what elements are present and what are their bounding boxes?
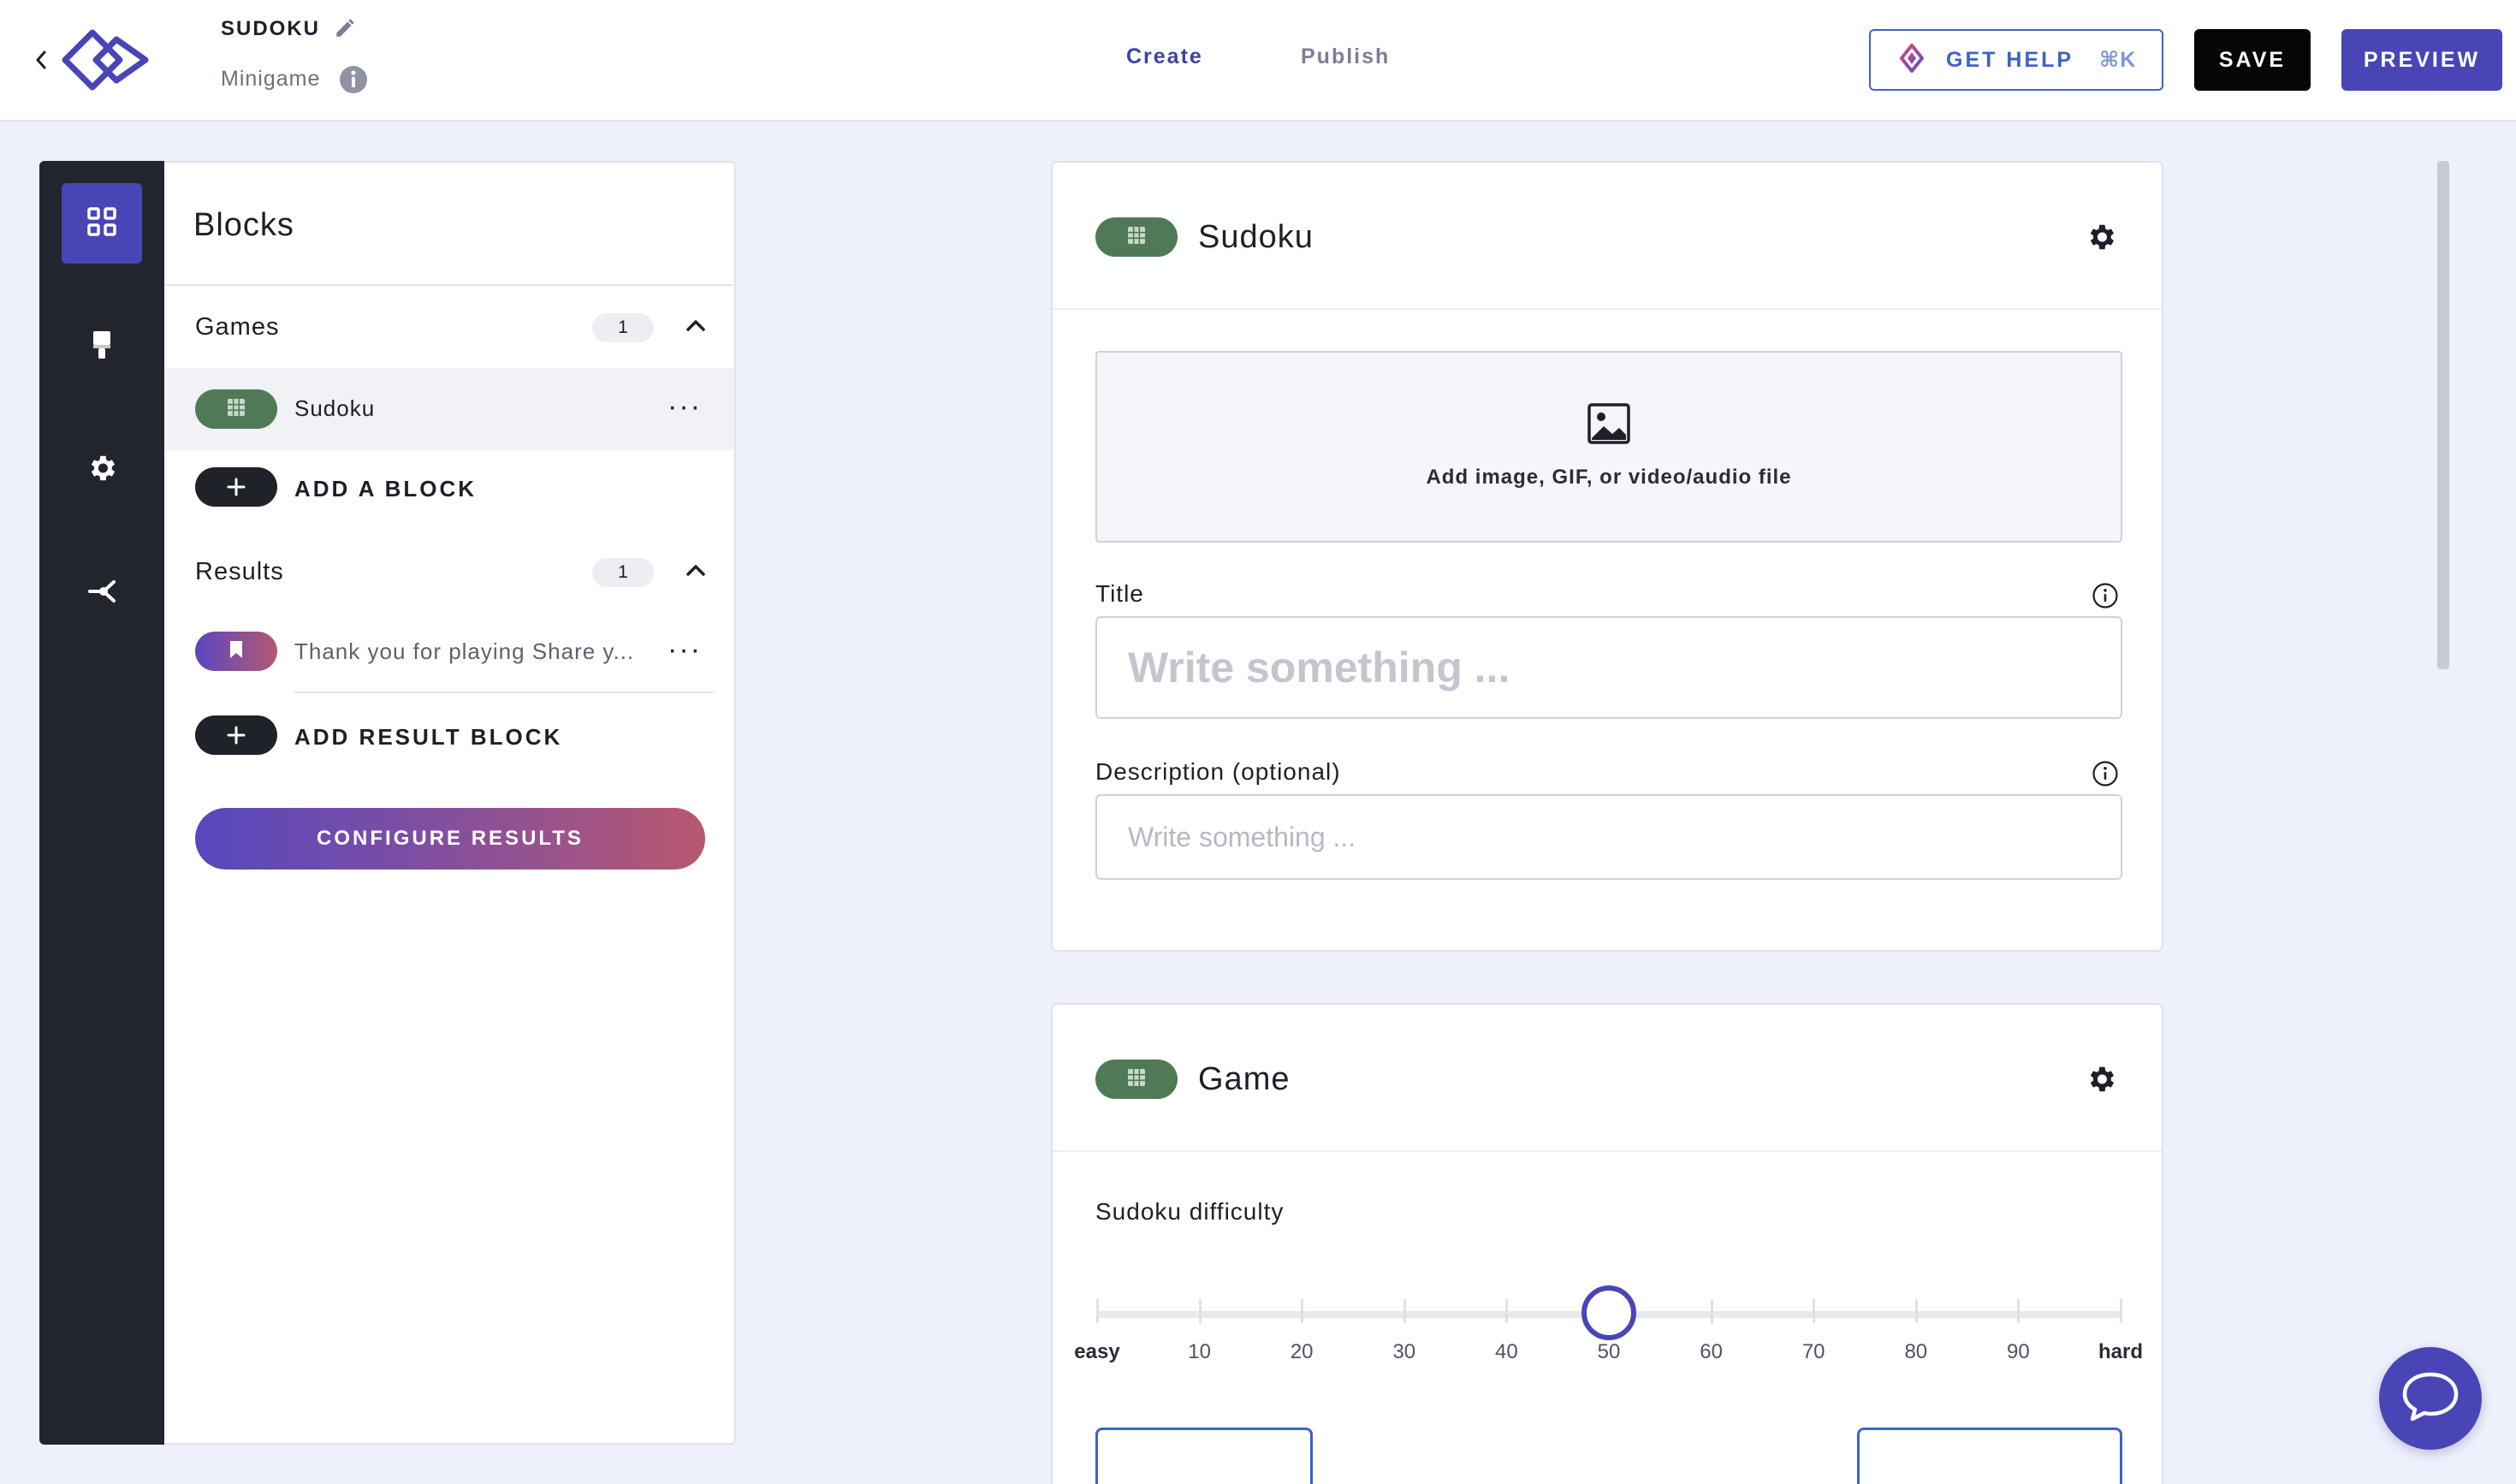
results-count-badge: 1 [592,558,654,587]
result-divider [294,692,715,693]
slider-tick [1710,1299,1713,1323]
slider-tick-label: 40 [1495,1340,1518,1363]
main-scrollbar[interactable] [2437,161,2449,669]
slider-tick-label: 90 [2007,1340,2030,1363]
sudoku-card: Sudoku Add image, GIF, or video/audio fi… [1051,161,2163,952]
sudoku-card-badge [1095,217,1178,257]
game-title: SUDOKU [221,17,321,40]
panel-divider [164,284,734,286]
slider-tick-label: easy [1074,1340,1120,1363]
slider-tick [2017,1299,2021,1323]
rail-settings[interactable] [62,430,142,510]
help-shortcut: ⌘K [2099,48,2137,72]
result-item-label: Thank you for playing Share y... [294,638,635,664]
title-info-icon[interactable] [2092,582,2119,614]
sudoku-grid-icon [1126,225,1147,250]
block-item-sudoku[interactable]: Sudoku ··· [164,368,734,450]
card-title: Game [1198,1061,1291,1097]
sudoku-block-badge [195,389,277,429]
result-block-badge [195,632,277,671]
slider-tick-label: 30 [1392,1340,1416,1363]
tab-create[interactable]: Create [1126,45,1203,69]
panel-title: Blocks [193,207,294,243]
title-input[interactable] [1097,618,2121,717]
info-icon[interactable] [339,65,368,98]
blocks-panel: Blocks Games 1 Sudoku ··· ADD A BLOCK Re… [164,161,736,1445]
paintbrush-icon [91,328,113,366]
difficulty-slider-label: Sudoku difficulty [1095,1198,1285,1225]
top-bar: SUDOKU Minigame Create Publish GET HELP … [0,0,2516,122]
add-block-plus-button[interactable] [195,467,277,507]
game-option-button-right[interactable] [1857,1428,2122,1484]
title-field[interactable] [1095,616,2122,719]
card-header: Game [1053,1005,2162,1152]
diamond-icon [1900,43,1924,77]
slider-tick [1198,1299,1202,1323]
slider-tick-label: 80 [1904,1340,1928,1363]
edit-title-pencil-icon[interactable] [334,17,356,44]
chat-bubble-icon [2400,1369,2461,1428]
add-result-plus-button[interactable] [195,715,277,755]
games-count-badge: 1 [592,313,654,342]
slider-tick [1813,1299,1816,1323]
slider-thumb[interactable] [1581,1285,1636,1340]
slider-tick [1403,1299,1406,1323]
block-item-label: Sudoku [294,395,376,421]
bookmark-icon [228,639,245,664]
back-chevron-icon[interactable] [31,43,51,77]
gear-icon [86,452,118,489]
sudoku-grid-icon [1126,1067,1147,1092]
slider-tick [1301,1299,1304,1323]
slider-tick [2120,1299,2122,1323]
grid-icon [86,206,117,241]
configure-results-button[interactable]: CONFIGURE RESULTS [195,808,705,870]
result-more-options-icon[interactable]: ··· [668,635,702,664]
results-collapse-chevron-icon[interactable] [683,558,709,588]
card-settings-gear-icon[interactable] [2085,1063,2117,1100]
chat-launcher-button[interactable] [2379,1347,2482,1450]
results-section-label: Results [195,558,284,585]
card-title: Sudoku [1198,219,1314,255]
slider-tick [1096,1299,1099,1323]
left-rail [39,161,164,1445]
get-help-button[interactable]: GET HELP ⌘K [1869,29,2163,91]
card-header: Sudoku [1053,163,2162,310]
slider-tick [1505,1299,1509,1323]
title-field-label: Title [1095,580,1144,607]
media-upload-dropzone[interactable]: Add image, GIF, or video/audio file [1095,351,2122,543]
card-settings-gear-icon[interactable] [2085,221,2117,258]
rail-design[interactable] [62,306,142,387]
description-field-label: Description (optional) [1095,758,1341,785]
save-button[interactable]: SAVE [2194,29,2311,91]
preview-button[interactable]: PREVIEW [2341,29,2502,91]
description-input[interactable] [1097,796,2121,878]
block-more-options-icon[interactable]: ··· [668,392,702,421]
slider-tick-label: 10 [1188,1340,1211,1363]
game-card-badge [1095,1060,1178,1099]
app-logo[interactable] [60,26,154,98]
rail-blocks[interactable] [62,183,142,264]
slider-tick-label: 60 [1700,1340,1723,1363]
slider-tick-label: 70 [1801,1340,1825,1363]
slider-tick [1914,1299,1918,1323]
slider-tick-label: 20 [1290,1340,1314,1363]
games-collapse-chevron-icon[interactable] [683,313,709,343]
games-section-label: Games [195,313,280,341]
game-option-button-left[interactable] [1095,1428,1313,1484]
sudoku-grid-icon [226,397,246,422]
slider-tick-label: 50 [1597,1340,1621,1363]
game-card: Game Sudoku difficulty easy 10 20 30 40 50 60 7… [1051,1003,2163,1484]
upload-instruction: Add image, GIF, or video/audio file [1426,466,1792,489]
slider-tick-label: hard [2098,1340,2143,1363]
game-type-label: Minigame [221,67,321,91]
add-result-block-button[interactable]: ADD RESULT BLOCK [294,724,562,751]
tab-publish[interactable]: Publish [1301,45,1390,69]
description-info-icon[interactable] [2092,760,2119,792]
image-icon [1587,402,1631,449]
description-field[interactable] [1095,794,2122,880]
share-icon [85,577,119,610]
add-block-button[interactable]: ADD A BLOCK [294,476,477,502]
rail-share[interactable] [62,553,142,633]
get-help-label: GET HELP [1946,47,2074,72]
